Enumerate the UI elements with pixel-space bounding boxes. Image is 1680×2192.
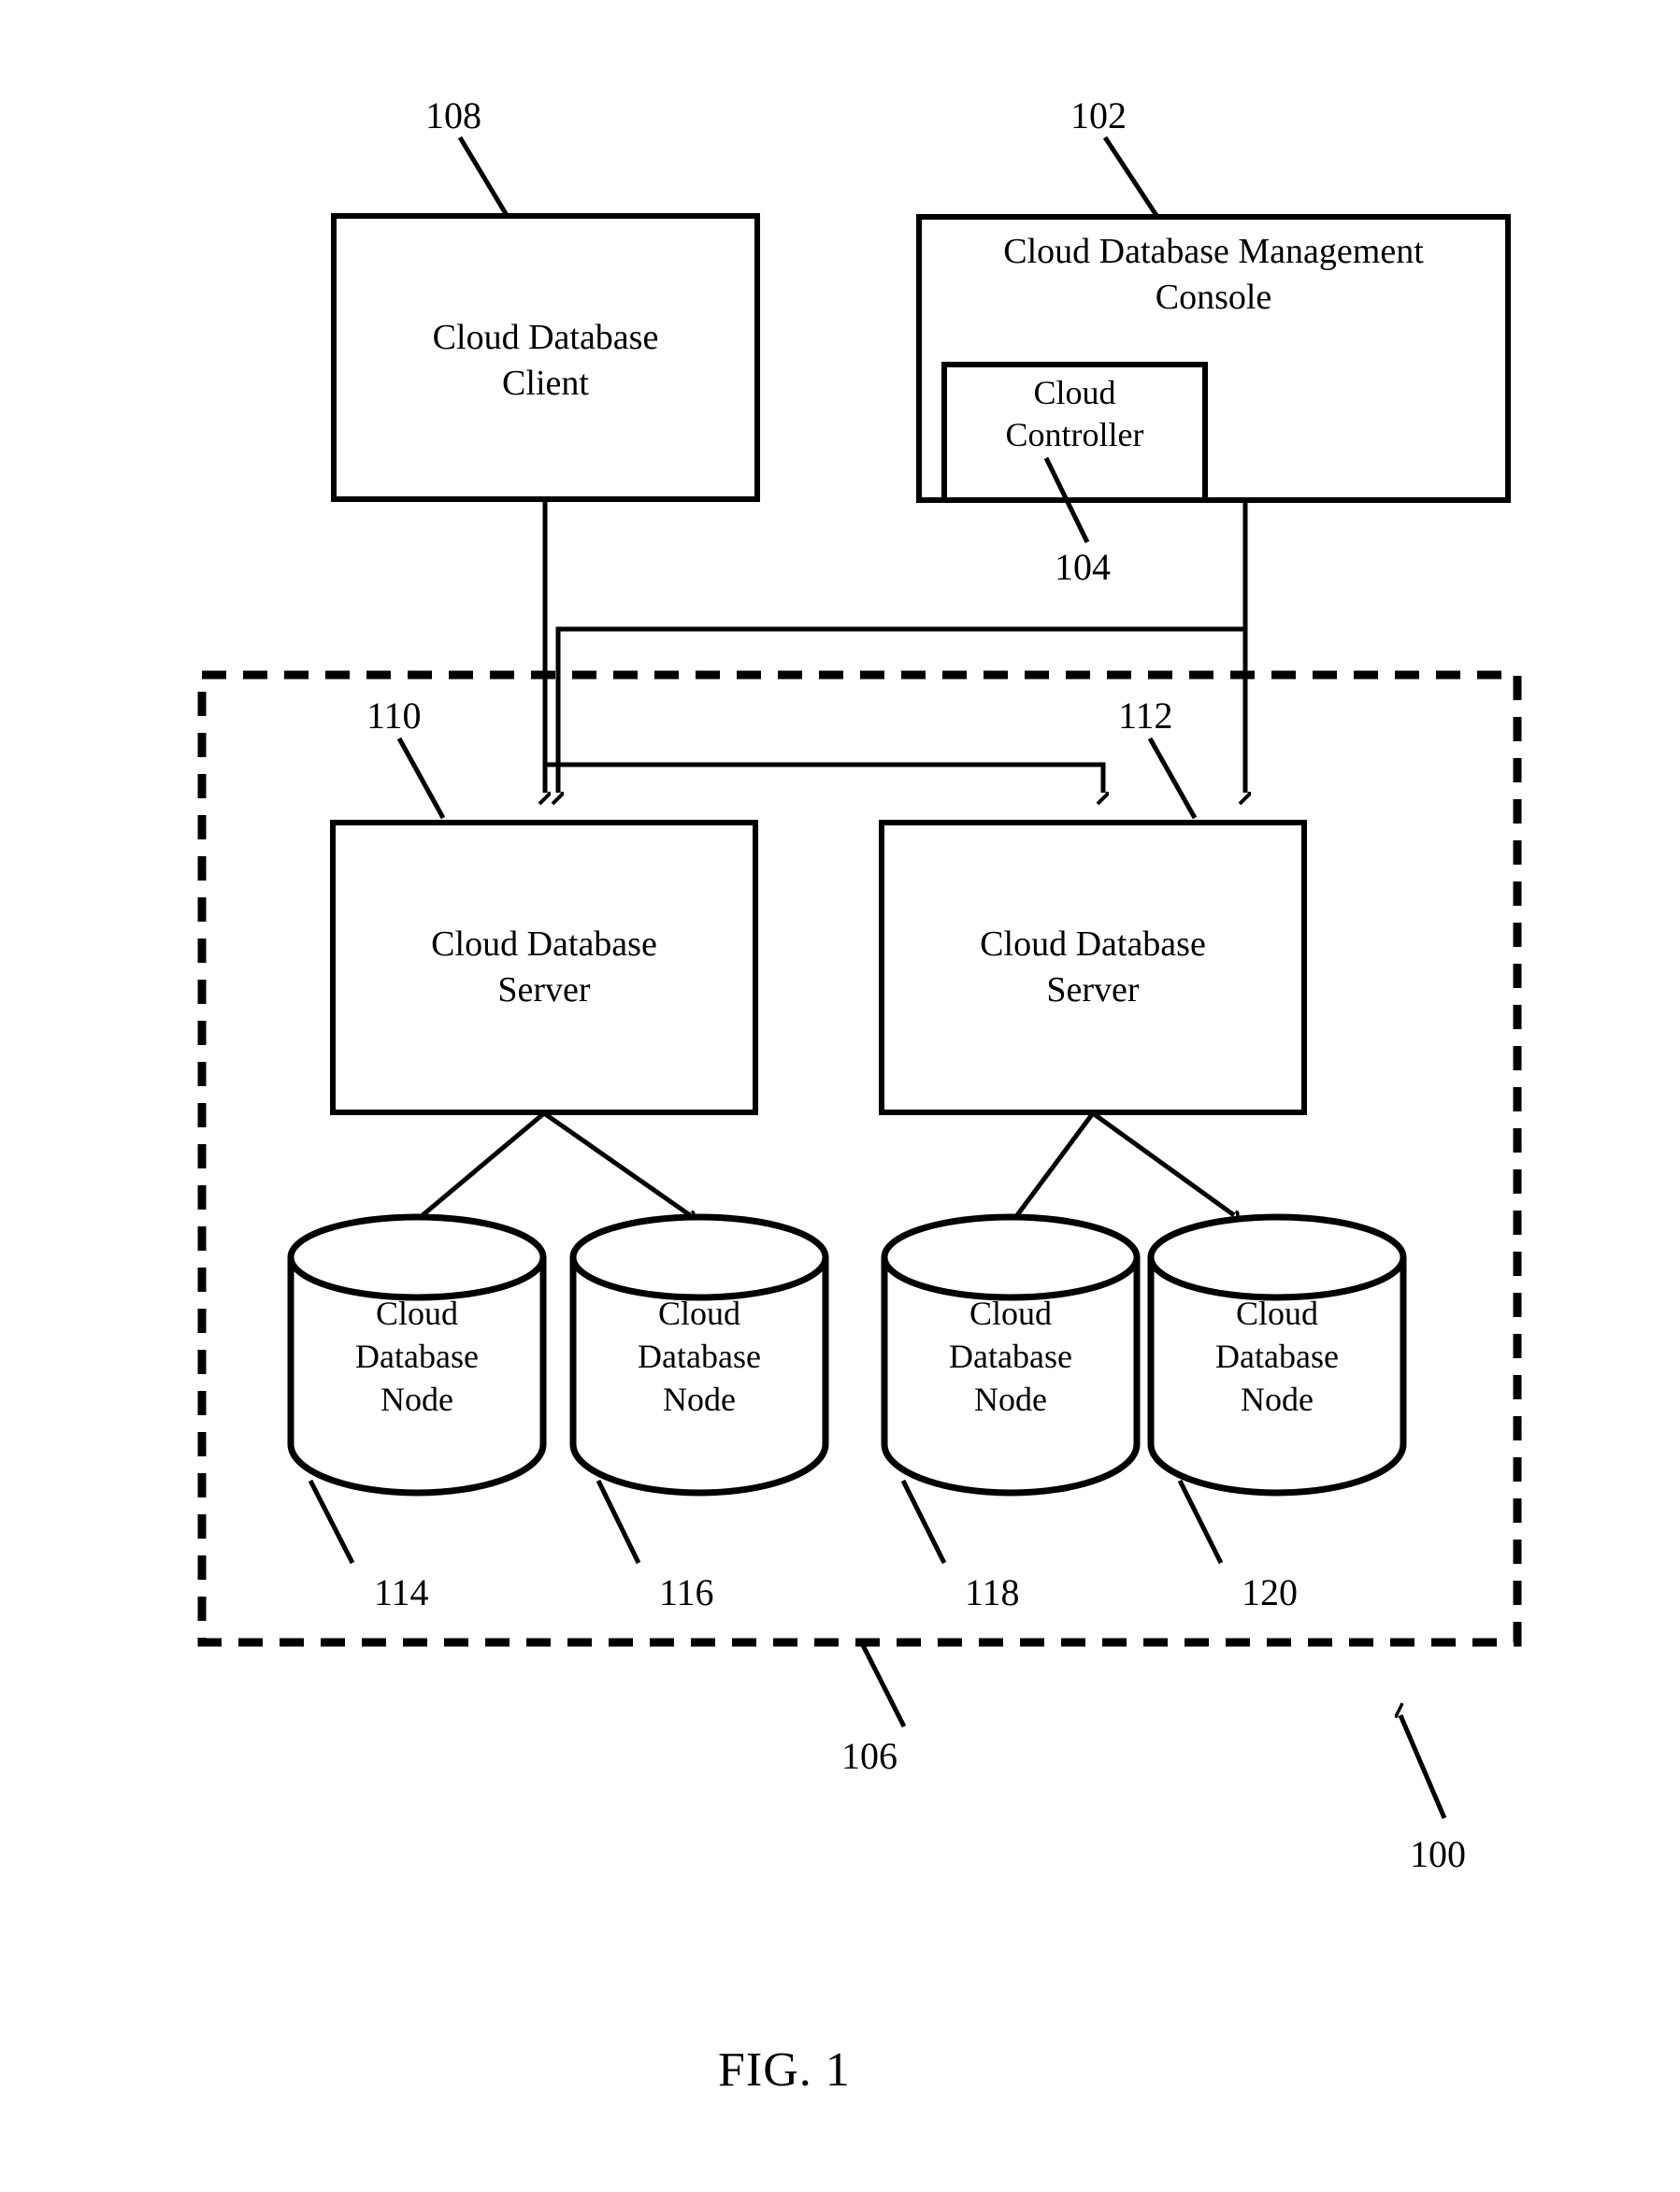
figure-caption: FIG. 1 <box>718 2043 851 2097</box>
leader-line-116 <box>596 1479 641 1565</box>
cloud-database-server-left-box <box>330 820 758 1115</box>
leader-line-118 <box>900 1479 947 1565</box>
leader-line-112 <box>1147 737 1198 820</box>
leader-line-114 <box>308 1479 355 1565</box>
cloud-database-node-116-cylinder <box>569 1213 829 1497</box>
cloud-database-server-right-box <box>879 820 1307 1115</box>
reference-numeral-104: 104 <box>1055 546 1111 588</box>
connector-left-branch-to-right-server <box>545 762 1103 793</box>
reference-numeral-116: 116 <box>659 1571 714 1613</box>
leader-line-110 <box>396 737 446 820</box>
connector-left-server-to-node-114 <box>423 1111 546 1215</box>
leader-line-120 <box>1177 1479 1224 1565</box>
cloud-database-client-box <box>331 213 760 502</box>
reference-numeral-102: 102 <box>1070 94 1127 136</box>
reference-numeral-106: 106 <box>841 1735 897 1777</box>
reference-numeral-118: 118 <box>965 1571 1020 1613</box>
connector-console-to-left-server <box>558 500 1248 793</box>
connector-left-server-to-node-116 <box>542 1110 690 1215</box>
cloud-database-node-118-cylinder <box>881 1213 1141 1497</box>
leader-line-108 <box>457 136 510 219</box>
leader-line-106 <box>860 1643 907 1728</box>
reference-numeral-112: 112 <box>1118 695 1173 737</box>
reference-numeral-108: 108 <box>425 94 481 136</box>
reference-numeral-114: 114 <box>374 1571 429 1613</box>
cloud-database-node-114-cylinder <box>287 1213 547 1497</box>
cloud-controller-box <box>941 362 1208 503</box>
cloud-database-node-120-cylinder <box>1147 1213 1407 1497</box>
connector-right-server-to-node-118 <box>1017 1111 1096 1215</box>
reference-numeral-110: 110 <box>366 695 422 737</box>
leader-line-102 <box>1102 136 1160 219</box>
connector-right-server-to-node-120 <box>1091 1110 1234 1215</box>
reference-numeral-100: 100 <box>1410 1833 1466 1875</box>
reference-numeral-120: 120 <box>1242 1571 1298 1613</box>
patent-figure-page: Cloud Database Client Cloud Database Man… <box>0 0 1680 2192</box>
leader-arrow-100 <box>1400 1715 1447 1819</box>
